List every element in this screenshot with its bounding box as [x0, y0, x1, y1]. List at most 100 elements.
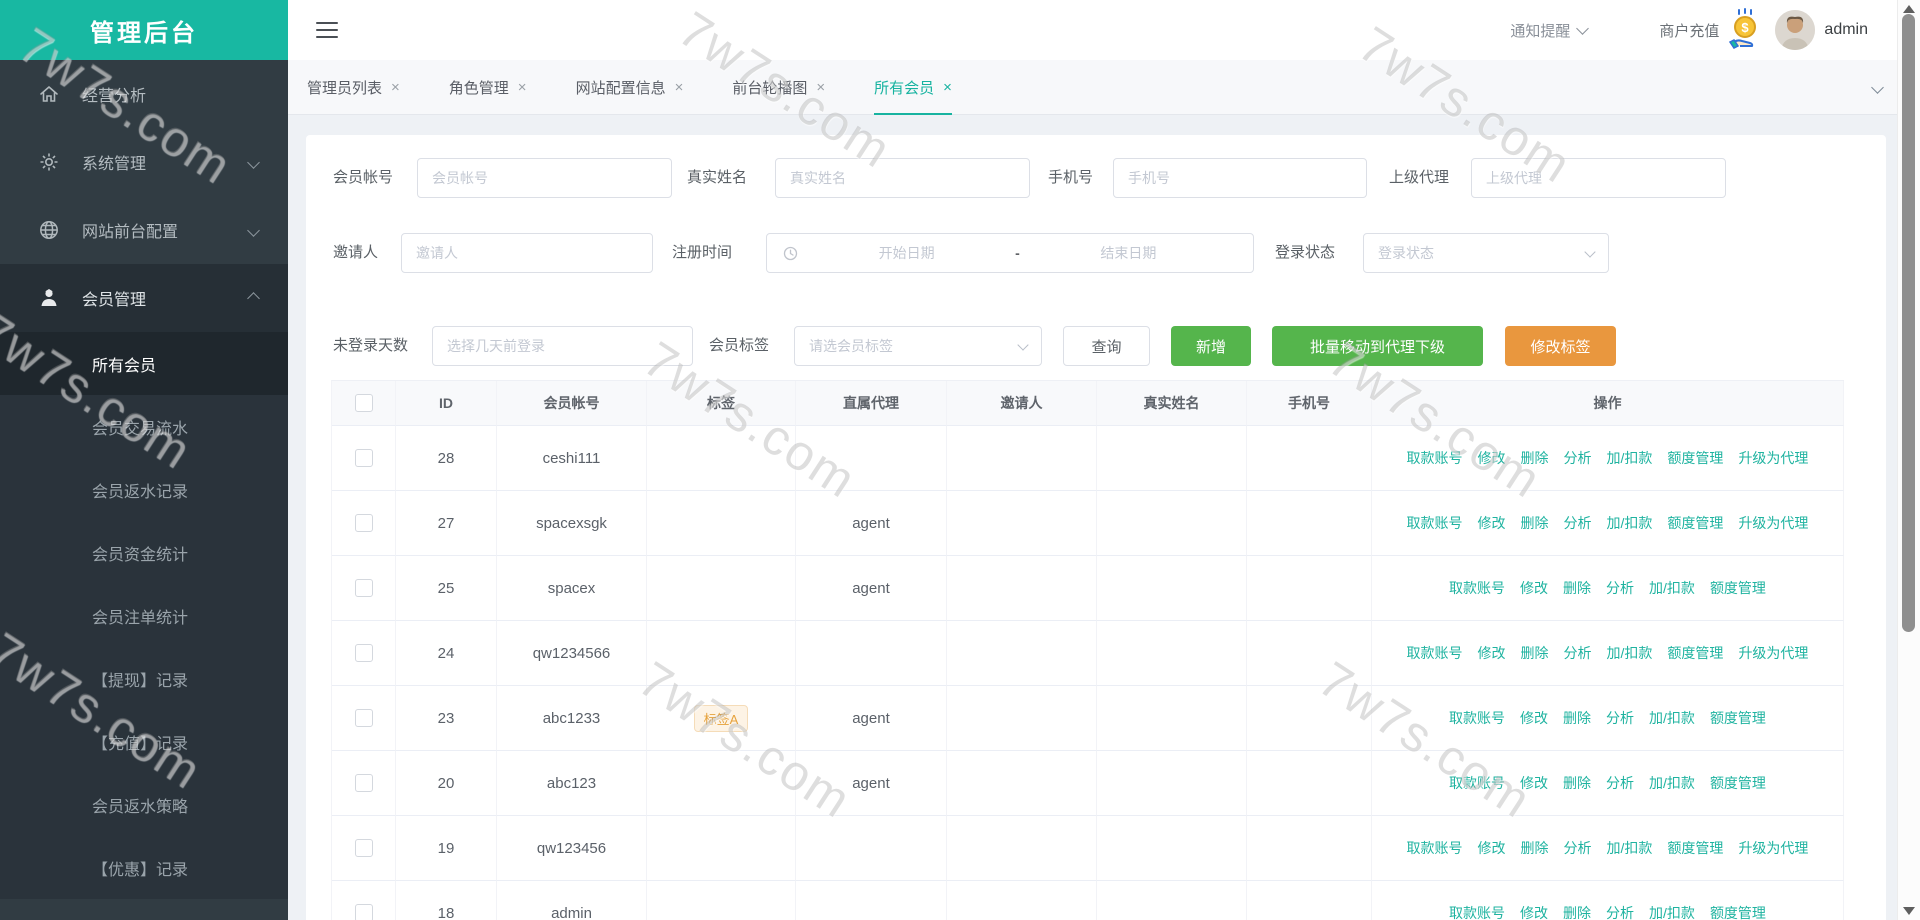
sidebar-subitem[interactable]: 会员注单统计 [0, 584, 288, 647]
close-icon[interactable]: × [391, 79, 400, 96]
action-link[interactable]: 删除 [1521, 513, 1549, 533]
login-state-select[interactable]: 登录状态 [1363, 233, 1609, 273]
action-link[interactable]: 升级为代理 [1738, 513, 1808, 533]
action-link[interactable]: 加/扣款 [1607, 513, 1653, 533]
batch-move-button[interactable]: 批量移动到代理下级 [1272, 326, 1483, 366]
action-link[interactable]: 加/扣款 [1607, 643, 1653, 663]
row-checkbox[interactable] [354, 644, 373, 662]
inviter-input[interactable] [401, 233, 653, 273]
sidebar-item-members[interactable]: 会员管理 [0, 264, 288, 332]
close-icon[interactable]: × [816, 79, 825, 96]
sidebar-item-site-config[interactable]: 网站前台配置 [0, 196, 288, 264]
action-link[interactable]: 修改 [1520, 578, 1548, 598]
action-link[interactable]: 修改 [1520, 708, 1548, 728]
action-link[interactable]: 额度管理 [1667, 448, 1723, 468]
action-link[interactable]: 分析 [1564, 838, 1592, 858]
row-checkbox[interactable] [354, 839, 373, 857]
action-link[interactable]: 取款账号 [1407, 838, 1463, 858]
parent-agent-input[interactable] [1471, 158, 1726, 198]
action-link[interactable]: 取款账号 [1407, 513, 1463, 533]
tab-item[interactable]: 网站配置信息 × [576, 60, 684, 114]
action-link[interactable]: 修改 [1520, 773, 1548, 793]
action-link[interactable]: 分析 [1564, 448, 1592, 468]
action-link[interactable]: 取款账号 [1449, 903, 1505, 920]
realname-input[interactable] [775, 158, 1030, 198]
add-button[interactable]: 新增 [1171, 326, 1251, 366]
account-input[interactable] [417, 158, 672, 198]
tab-item[interactable]: 角色管理 × [449, 60, 527, 114]
select-all-checkbox[interactable] [354, 394, 373, 412]
action-link[interactable]: 删除 [1563, 708, 1591, 728]
sidebar-subitem[interactable]: 会员交易流水 [0, 395, 288, 458]
action-link[interactable]: 取款账号 [1449, 773, 1505, 793]
sidebar-subitem[interactable]: 【充值】记录 [0, 710, 288, 773]
close-icon[interactable]: × [943, 79, 952, 96]
action-link[interactable]: 额度管理 [1710, 578, 1766, 598]
tab-item[interactable]: 前台轮播图 × [732, 60, 825, 114]
action-link[interactable]: 分析 [1606, 578, 1634, 598]
action-link[interactable]: 额度管理 [1667, 643, 1723, 663]
action-link[interactable]: 加/扣款 [1607, 448, 1653, 468]
action-link[interactable]: 额度管理 [1710, 708, 1766, 728]
sidebar-subitem[interactable]: 会员返水记录 [0, 458, 288, 521]
row-checkbox[interactable] [354, 709, 373, 727]
username[interactable]: admin [1824, 21, 1868, 39]
action-link[interactable]: 分析 [1606, 903, 1634, 920]
sidebar-subitem[interactable]: 所有会员 [0, 332, 288, 395]
action-link[interactable]: 删除 [1521, 838, 1549, 858]
row-checkbox[interactable] [354, 904, 373, 920]
action-link[interactable]: 取款账号 [1449, 708, 1505, 728]
sidebar-subitem[interactable]: 会员资金统计 [0, 521, 288, 584]
action-link[interactable]: 删除 [1521, 643, 1549, 663]
action-link[interactable]: 删除 [1563, 773, 1591, 793]
row-checkbox[interactable] [354, 449, 373, 467]
sidebar-item-analysis[interactable]: 经营分析 [0, 60, 288, 128]
action-link[interactable]: 修改 [1478, 448, 1506, 468]
action-link[interactable]: 修改 [1478, 513, 1506, 533]
scrollbar-down-arrow-icon[interactable] [1903, 907, 1915, 915]
close-icon[interactable]: × [675, 79, 684, 96]
phone-input[interactable] [1113, 158, 1367, 198]
action-link[interactable]: 额度管理 [1710, 773, 1766, 793]
sidebar-subitem[interactable]: 会员返水策略 [0, 773, 288, 836]
tab-item[interactable]: 管理员列表 × [307, 60, 400, 114]
action-link[interactable]: 删除 [1563, 578, 1591, 598]
action-link[interactable]: 取款账号 [1407, 448, 1463, 468]
action-link[interactable]: 额度管理 [1667, 838, 1723, 858]
reg-time-range-picker[interactable]: 开始日期 - 结束日期 [766, 233, 1254, 273]
action-link[interactable]: 分析 [1606, 773, 1634, 793]
vertical-scrollbar[interactable] [1897, 0, 1920, 920]
hamburger-icon[interactable] [316, 22, 338, 38]
notice-dropdown[interactable]: 通知提醒 [1510, 20, 1590, 41]
action-link[interactable]: 修改 [1478, 838, 1506, 858]
action-link[interactable]: 加/扣款 [1607, 838, 1653, 858]
avatar[interactable] [1775, 10, 1816, 50]
action-link[interactable]: 分析 [1606, 708, 1634, 728]
sidebar-subitem[interactable]: 【提现】记录 [0, 647, 288, 710]
action-link[interactable]: 删除 [1563, 903, 1591, 920]
action-link[interactable]: 升级为代理 [1738, 838, 1808, 858]
tabs-dropdown-button[interactable] [1871, 60, 1884, 114]
search-button[interactable]: 查询 [1063, 326, 1150, 366]
tab-item[interactable]: 所有会员 × [874, 60, 952, 115]
edit-tag-button[interactable]: 修改标签 [1505, 326, 1616, 366]
action-link[interactable]: 分析 [1564, 643, 1592, 663]
action-link[interactable]: 取款账号 [1407, 643, 1463, 663]
member-tag-select[interactable]: 请选会员标签 [794, 326, 1042, 366]
action-link[interactable]: 删除 [1521, 448, 1549, 468]
action-link[interactable]: 取款账号 [1449, 578, 1505, 598]
action-link[interactable]: 加/扣款 [1649, 773, 1695, 793]
action-link[interactable]: 升级为代理 [1738, 643, 1808, 663]
merchant-recharge-button[interactable]: 商户充值 $ [1659, 8, 1765, 52]
sidebar-item-system[interactable]: 系统管理 [0, 128, 288, 196]
scrollbar-thumb[interactable] [1902, 14, 1915, 632]
action-link[interactable]: 加/扣款 [1649, 578, 1695, 598]
action-link[interactable]: 加/扣款 [1649, 903, 1695, 920]
action-link[interactable]: 修改 [1520, 903, 1548, 920]
action-link[interactable]: 加/扣款 [1649, 708, 1695, 728]
scrollbar-up-arrow-icon[interactable] [1903, 5, 1915, 13]
action-link[interactable]: 额度管理 [1710, 903, 1766, 920]
action-link[interactable]: 升级为代理 [1738, 448, 1808, 468]
action-link[interactable]: 分析 [1564, 513, 1592, 533]
close-icon[interactable]: × [518, 79, 527, 96]
